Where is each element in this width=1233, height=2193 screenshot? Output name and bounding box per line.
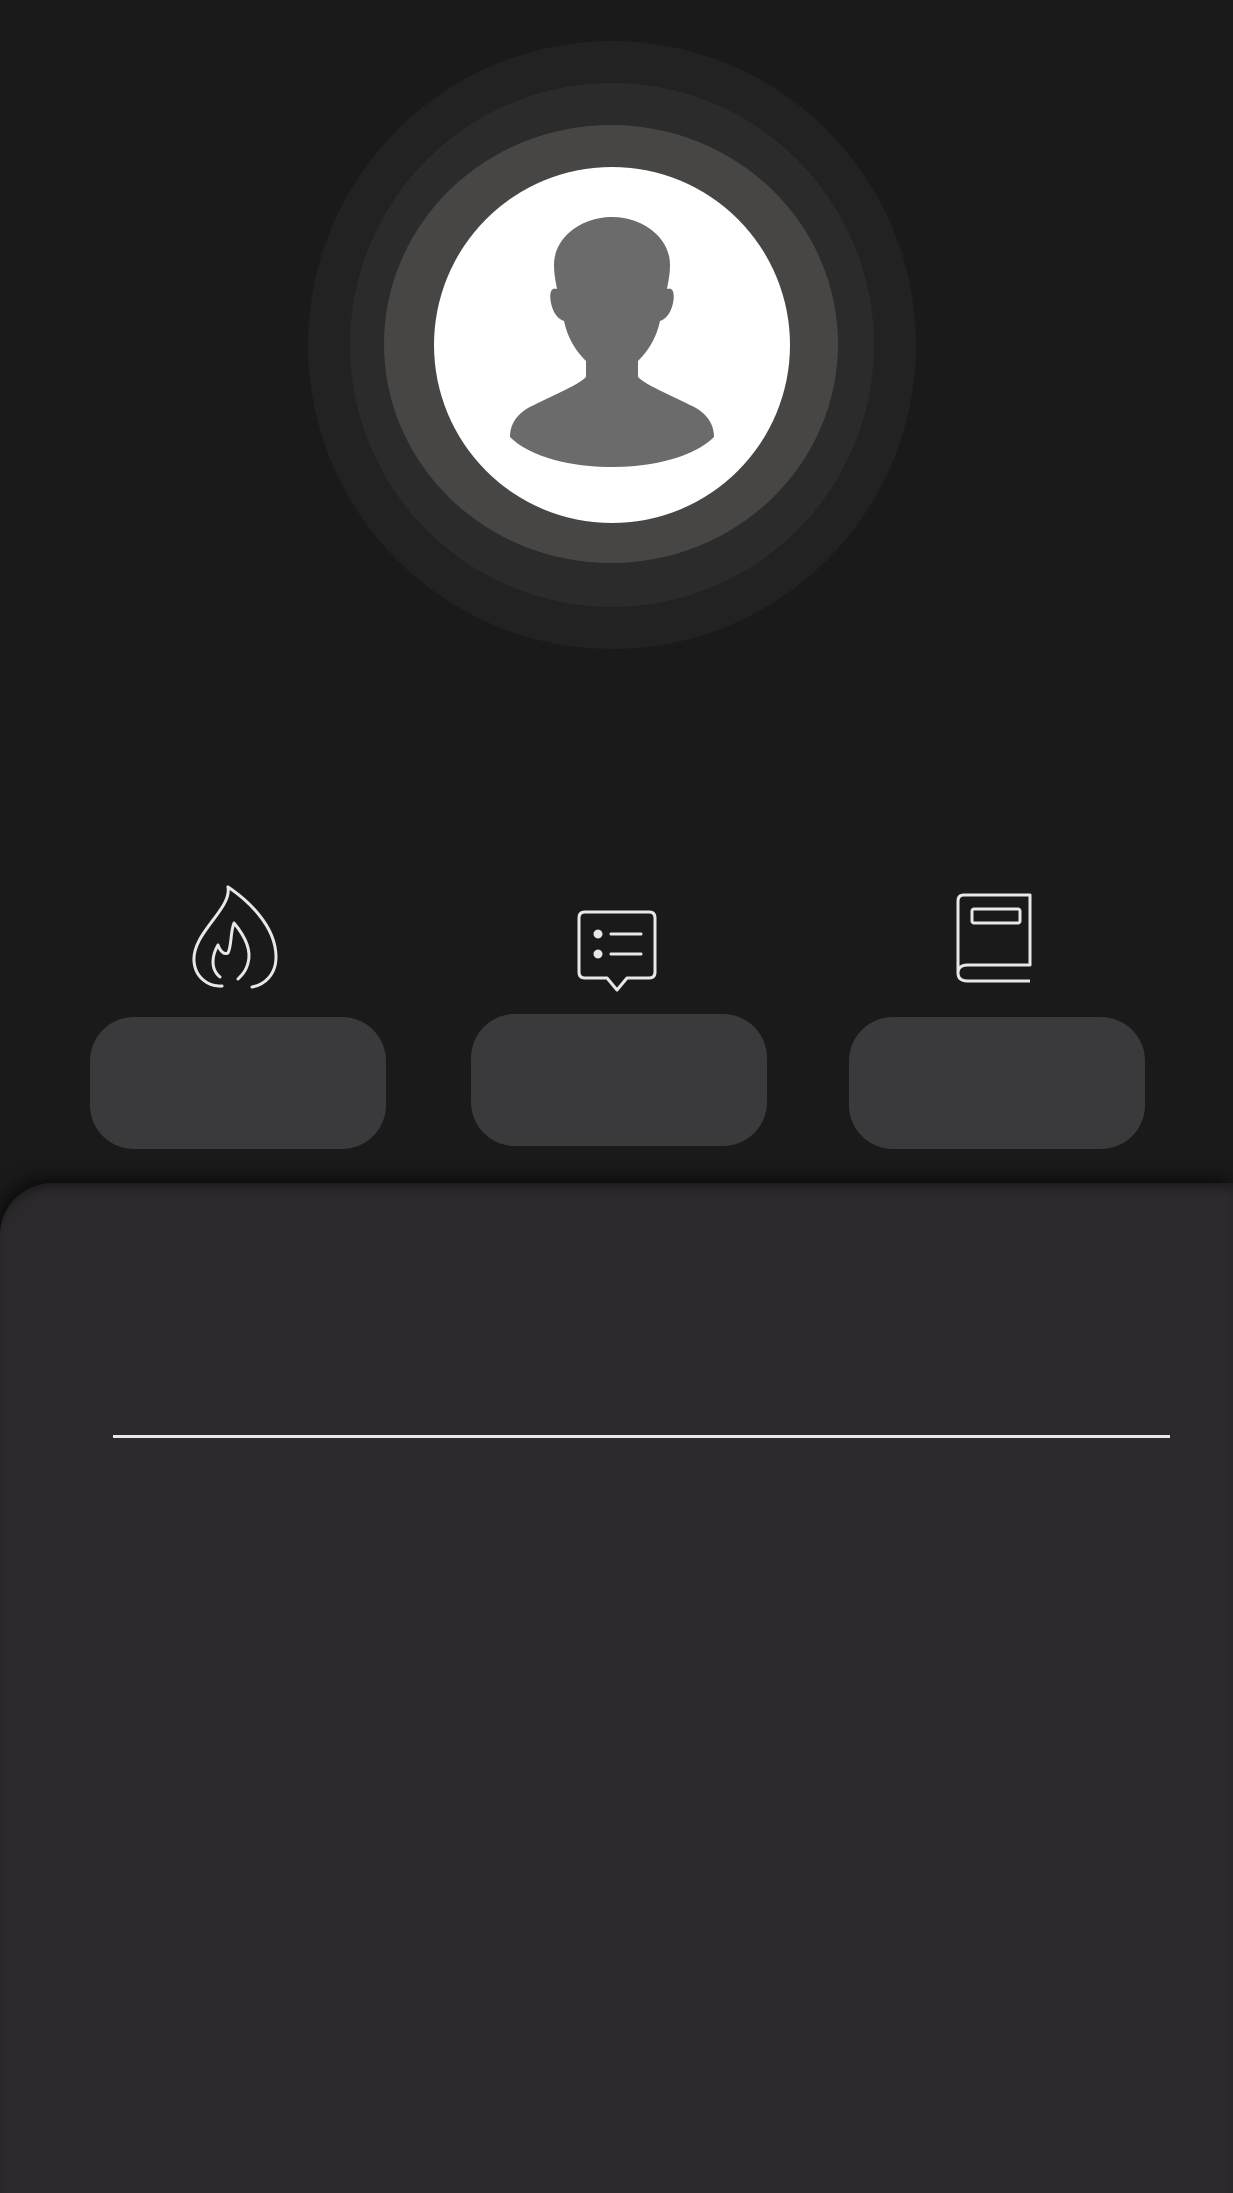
action-button-1[interactable] — [90, 1017, 386, 1149]
flame-icon[interactable] — [190, 885, 282, 989]
book-icon[interactable] — [956, 893, 1034, 988]
avatar[interactable] — [434, 167, 790, 523]
list-message-icon[interactable] — [577, 910, 657, 994]
action-button-2[interactable] — [471, 1014, 767, 1146]
panel-divider — [113, 1435, 1170, 1438]
action-button-3[interactable] — [849, 1017, 1145, 1149]
user-silhouette-icon — [510, 217, 714, 467]
content-panel — [0, 1183, 1233, 2193]
